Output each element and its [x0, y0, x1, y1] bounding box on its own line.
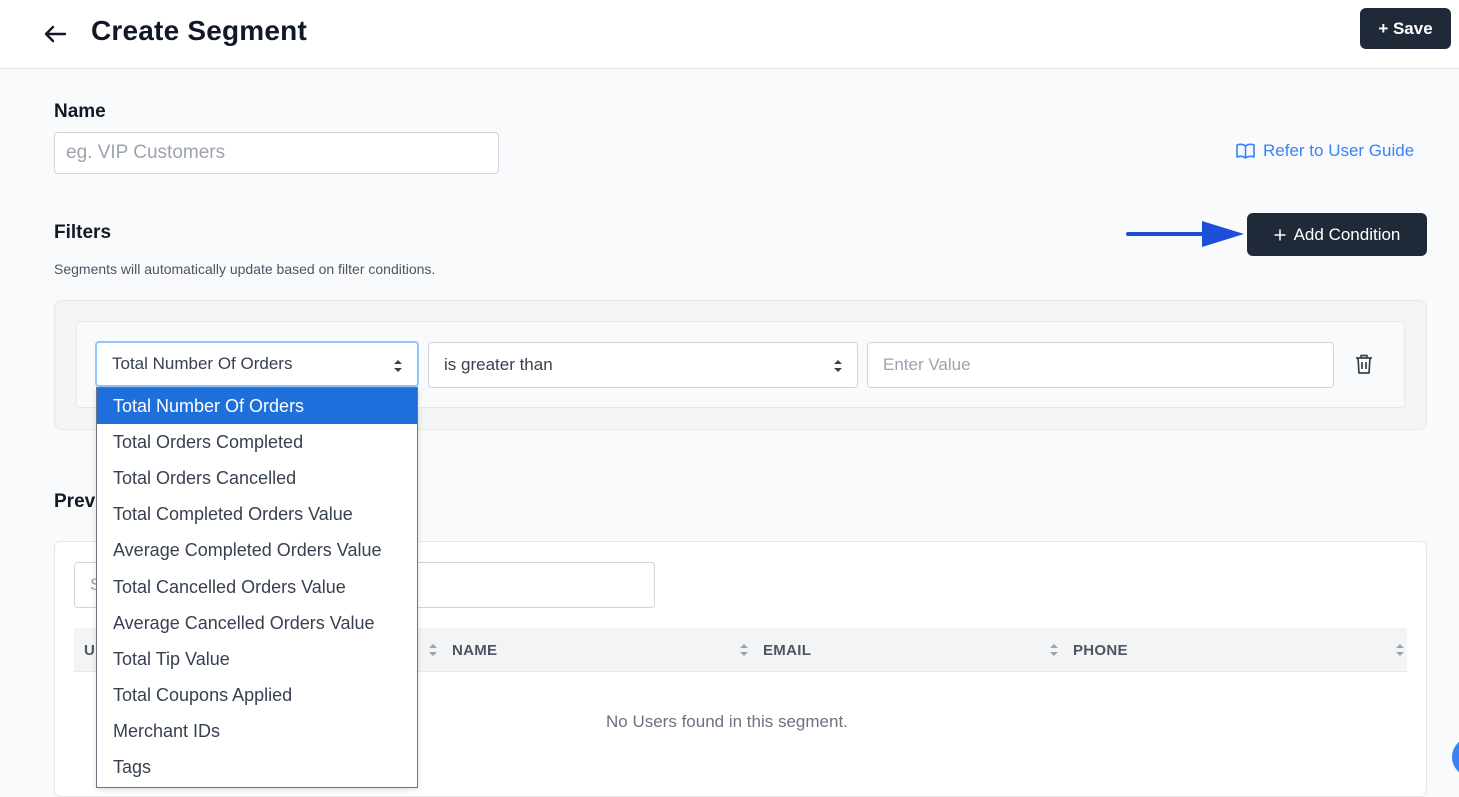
column-header-name[interactable]: NAME [428, 628, 497, 672]
option-total-number-of-orders[interactable]: Total Number Of Orders [97, 388, 417, 425]
save-button[interactable]: + Save [1360, 8, 1451, 49]
page-header: Create Segment + Save [0, 0, 1459, 69]
user-guide-link[interactable]: Refer to User Guide [1236, 141, 1414, 161]
condition-operator-value: is greater than [444, 355, 553, 374]
sort-icon [740, 644, 748, 656]
option-total-coupons-applied[interactable]: Total Coupons Applied [97, 678, 417, 714]
condition-field-select[interactable]: Total Number Of Orders [95, 341, 419, 387]
column-header-email[interactable]: EMAIL [739, 628, 811, 672]
condition-operator-select[interactable]: is greater than [428, 342, 858, 388]
option-tags[interactable]: Tags [97, 750, 417, 786]
name-label: Name [54, 101, 106, 122]
option-merchant-ids[interactable]: Merchant IDs [97, 714, 417, 750]
condition-field-value: Total Number Of Orders [112, 354, 293, 373]
trash-icon[interactable] [1352, 352, 1376, 376]
add-condition-label: Add Condition [1293, 224, 1401, 244]
option-average-cancelled-orders-value[interactable]: Average Cancelled Orders Value [97, 605, 417, 641]
preview-label: Prev [54, 491, 96, 512]
select-caret-icon [834, 360, 842, 372]
condition-value-input[interactable] [867, 342, 1334, 388]
option-total-cancelled-orders-value[interactable]: Total Cancelled Orders Value [97, 569, 417, 605]
column-header-user[interactable]: U [84, 628, 95, 672]
plus-icon [1274, 229, 1286, 240]
sort-icon [429, 644, 437, 656]
empty-state-message: No Users found in this segment. [606, 712, 848, 731]
annotation-arrow-icon [1126, 221, 1244, 247]
option-average-completed-orders-value[interactable]: Average Completed Orders Value [97, 533, 417, 569]
user-guide-link-label: Refer to User Guide [1263, 141, 1415, 160]
filters-label: Filters [54, 222, 112, 243]
field-options-dropdown: Total Number Of Orders Total Orders Comp… [96, 387, 418, 788]
sort-icon [1050, 644, 1058, 656]
option-total-orders-cancelled[interactable]: Total Orders Cancelled [97, 460, 417, 496]
column-header-extra[interactable] [1395, 628, 1405, 672]
help-chat-button[interactable] [1452, 737, 1459, 777]
add-condition-button[interactable]: Add Condition [1247, 213, 1427, 256]
page-title: Create Segment [91, 15, 307, 46]
option-total-completed-orders-value[interactable]: Total Completed Orders Value [97, 497, 417, 533]
column-header-phone[interactable]: PHONE [1049, 628, 1128, 672]
option-total-orders-completed[interactable]: Total Orders Completed [97, 424, 417, 460]
option-total-tip-value[interactable]: Total Tip Value [97, 641, 417, 677]
sort-icon [1396, 644, 1404, 656]
select-caret-icon [394, 360, 402, 372]
segment-name-input[interactable] [54, 132, 499, 174]
arrow-left-icon [44, 25, 67, 43]
book-open-icon [1236, 143, 1255, 159]
back-button[interactable] [40, 20, 70, 48]
filters-description: Segments will automatically update based… [54, 261, 436, 277]
